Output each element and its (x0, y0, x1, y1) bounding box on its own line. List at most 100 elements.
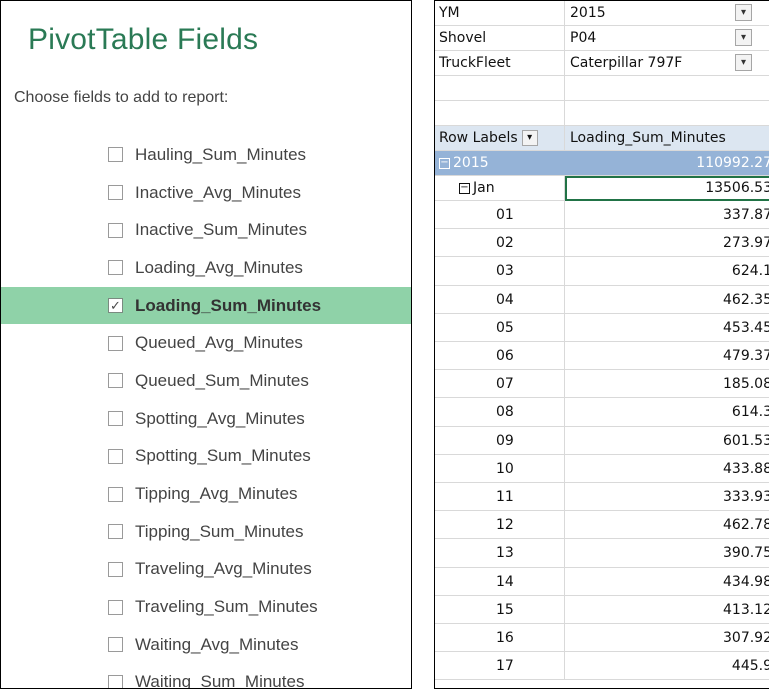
filter-row: YM 2015 ▾ (435, 1, 769, 26)
day-label[interactable]: 02 (435, 229, 565, 258)
checkbox-checked[interactable]: ✓ (108, 298, 123, 314)
field-item[interactable]: Tipping_Avg_Minutes (1, 475, 411, 513)
filter-row: Shovel P04 ▾ (435, 26, 769, 51)
day-value[interactable]: 307.92 (565, 624, 769, 652)
day-value[interactable]: 624.1 (565, 257, 769, 285)
day-value[interactable]: 434.98 (565, 568, 769, 596)
field-item[interactable]: Inactive_Sum_Minutes (1, 211, 411, 249)
checkbox[interactable] (108, 222, 123, 238)
day-value[interactable]: 453.45 (565, 314, 769, 342)
day-label[interactable]: 14 (435, 567, 565, 596)
day-row: 11 333.93 (435, 483, 769, 512)
field-label: Spotting_Avg_Minutes (135, 408, 305, 428)
day-value[interactable]: 413.12 (565, 596, 769, 624)
day-value[interactable]: 462.78 (565, 511, 769, 539)
filter-dropdown-icon[interactable]: ▾ (735, 4, 752, 21)
month-label-cell[interactable]: − Jan (435, 176, 565, 200)
row-labels-header[interactable]: Row Labels ▾ (435, 126, 565, 150)
active-cell-selection (565, 176, 769, 201)
filter-label: YM (435, 1, 565, 25)
collapse-icon[interactable]: − (439, 157, 450, 169)
day-row: 08 614.3 (435, 398, 769, 427)
day-label[interactable]: 12 (435, 511, 565, 540)
filter-dropdown-icon[interactable]: ▾ (735, 54, 752, 71)
row-labels-filter-icon[interactable]: ▾ (521, 130, 538, 146)
day-row: 16 307.92 (435, 624, 769, 653)
field-label: Traveling_Avg_Minutes (135, 559, 312, 579)
checkbox[interactable] (108, 411, 123, 427)
day-row: 14 434.98 (435, 567, 769, 596)
field-item[interactable]: Queued_Sum_Minutes (1, 362, 411, 400)
field-item[interactable]: Waiting_Avg_Minutes (1, 626, 411, 664)
year-label-cell[interactable]: −2015 (435, 151, 565, 175)
day-label[interactable]: 17 (435, 652, 565, 681)
day-label[interactable]: 16 (435, 624, 565, 652)
checkbox[interactable] (108, 373, 123, 389)
field-item[interactable]: Queued_Avg_Minutes (1, 324, 411, 362)
filter-label: Shovel (435, 26, 565, 50)
day-value[interactable]: 390.75 (565, 539, 769, 567)
day-row: 05 453.45 (435, 313, 769, 342)
checkbox[interactable] (108, 524, 123, 540)
day-row: 02 273.97 (435, 229, 769, 258)
day-label[interactable]: 07 (435, 370, 565, 399)
field-item[interactable]: ✓ Loading_Sum_Minutes (1, 286, 411, 325)
day-label[interactable]: 10 (435, 454, 565, 483)
field-label: Queued_Sum_Minutes (135, 370, 309, 390)
checkbox[interactable] (108, 674, 123, 688)
field-label: Inactive_Avg_Minutes (135, 182, 302, 202)
collapse-icon[interactable]: − (459, 182, 470, 194)
day-row: 01 337.87 (435, 201, 769, 230)
field-label: Tipping_Avg_Minutes (135, 484, 298, 504)
blank-row (435, 76, 769, 101)
checkbox[interactable] (108, 486, 123, 502)
filter-dropdown-icon[interactable]: ▾ (735, 29, 752, 46)
checkbox[interactable] (108, 260, 123, 276)
day-value[interactable]: 433.88 (565, 455, 769, 483)
day-label[interactable]: 06 (435, 342, 565, 370)
field-item[interactable]: Traveling_Avg_Minutes (1, 551, 411, 589)
value-field-header[interactable]: Loading_Sum_Minutes (565, 126, 769, 150)
day-row: 15 413.12 (435, 595, 769, 624)
pane-instructions: Choose fields to add to report: (14, 89, 229, 106)
day-label[interactable]: 05 (435, 313, 565, 342)
day-label[interactable]: 13 (435, 539, 565, 568)
field-item[interactable]: Waiting_Sum_Minutes (1, 664, 411, 688)
checkbox[interactable] (108, 448, 123, 464)
day-value[interactable]: 273.97 (565, 229, 769, 257)
day-value[interactable]: 601.53 (565, 427, 769, 455)
field-item[interactable]: Spotting_Avg_Minutes (1, 400, 411, 438)
day-value[interactable]: 479.37 (565, 342, 769, 370)
day-label[interactable]: 09 (435, 426, 565, 455)
day-row: 04 462.35 (435, 285, 769, 314)
day-label[interactable]: 08 (435, 398, 565, 427)
checkbox[interactable] (108, 561, 123, 577)
day-label[interactable]: 03 (435, 257, 565, 286)
checkbox[interactable] (108, 637, 123, 653)
day-value[interactable]: 337.87 (565, 201, 769, 229)
checkbox[interactable] (108, 599, 123, 615)
day-row: 10 433.88 (435, 454, 769, 483)
field-item[interactable]: Spotting_Sum_Minutes (1, 438, 411, 476)
day-label[interactable]: 15 (435, 595, 565, 624)
field-label: Queued_Avg_Minutes (135, 333, 303, 353)
field-item[interactable]: Inactive_Avg_Minutes (1, 174, 411, 212)
field-item[interactable]: Loading_Avg_Minutes (1, 249, 411, 287)
day-label[interactable]: 11 (435, 483, 565, 511)
day-label[interactable]: 01 (435, 201, 565, 229)
checkbox[interactable] (108, 147, 123, 163)
checkbox[interactable] (108, 185, 123, 201)
day-value[interactable]: 333.93 (565, 483, 769, 511)
checkbox[interactable] (108, 335, 123, 351)
day-label[interactable]: 04 (435, 285, 565, 314)
field-item[interactable]: Tipping_Sum_Minutes (1, 513, 411, 551)
field-label: Loading_Sum_Minutes (135, 295, 322, 315)
day-value[interactable]: 462.35 (565, 286, 769, 314)
year-value[interactable]: 110992.27 (565, 151, 769, 175)
day-value[interactable]: 445.9 (565, 652, 769, 680)
day-value[interactable]: 614.3 (565, 398, 769, 426)
day-value[interactable]: 185.08 (565, 370, 769, 398)
field-item[interactable]: Hauling_Sum_Minutes (1, 136, 411, 174)
field-label: Loading_Avg_Minutes (135, 257, 303, 277)
field-item[interactable]: Traveling_Sum_Minutes (1, 588, 411, 626)
